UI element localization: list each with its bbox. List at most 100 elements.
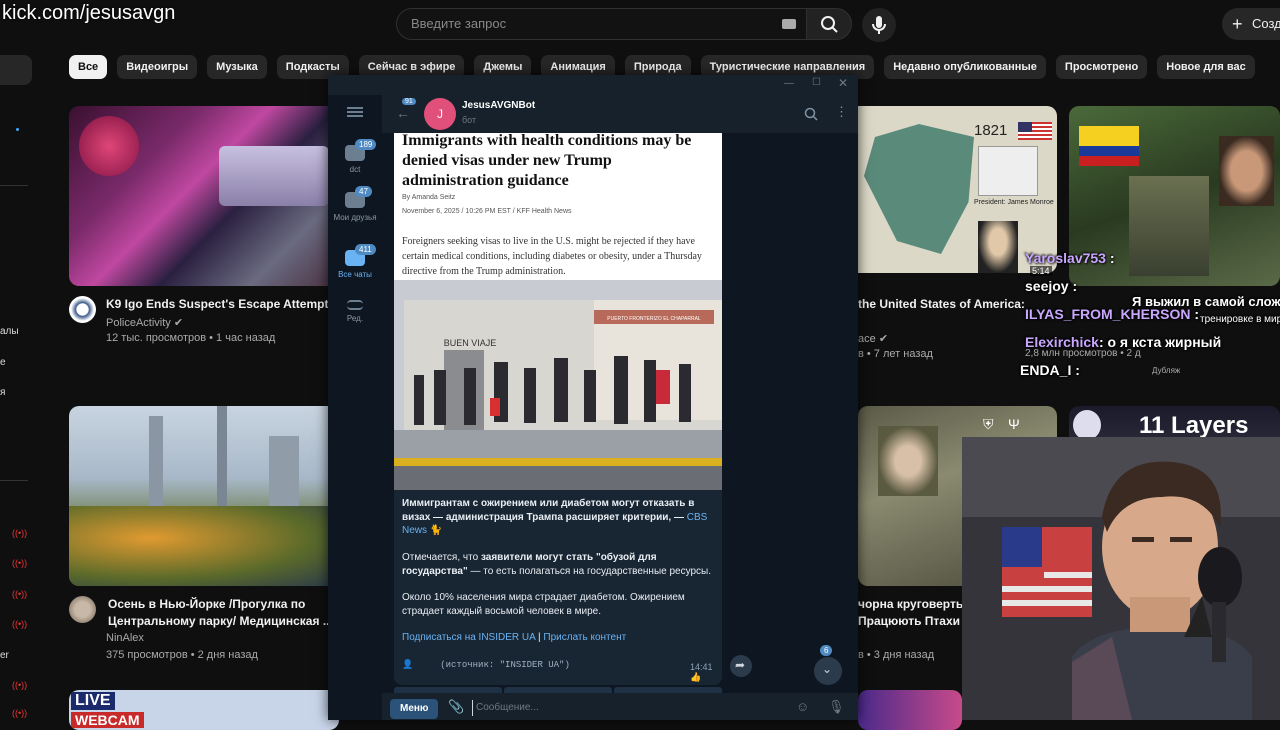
skyscraper xyxy=(217,406,227,516)
channel-name[interactable]: NinAlex xyxy=(106,632,144,644)
sidebar-item-label[interactable]: я xyxy=(0,387,5,398)
video-title-line: Осень в Нью-Йорке /Прогулка по xyxy=(108,597,306,611)
chip-music[interactable]: Музыка xyxy=(207,55,267,79)
folder-friends[interactable]: 47 Мои друзья xyxy=(328,186,382,223)
map-year: 1821 xyxy=(974,122,1008,139)
live-label: LIVE xyxy=(71,692,115,710)
bot-menu-button[interactable]: Меню xyxy=(390,699,439,719)
article-photo[interactable]: PUERTO FRONTERIZO EL CHAPARRAL BUEN VIAJ… xyxy=(394,280,722,490)
chip-watched[interactable]: Просмотрено xyxy=(1055,55,1148,79)
skyscraper xyxy=(149,416,163,516)
channel-name[interactable]: PoliceActivity ✔ xyxy=(106,316,183,329)
chat-username: ILYAS_FROM_KHERSON xyxy=(1025,306,1191,322)
keyboard-icon[interactable] xyxy=(782,19,796,29)
chip-games[interactable]: Видеоигры xyxy=(117,55,198,79)
inline-button[interactable] xyxy=(504,687,612,693)
chat-text: : xyxy=(1075,362,1080,378)
video-timer: 5:14 xyxy=(1030,266,1052,276)
article-screenshot[interactable]: Immigrants with health conditions may be… xyxy=(394,133,722,280)
microphone-icon[interactable]: 🎙 xyxy=(828,699,845,715)
face xyxy=(878,426,938,496)
create-label: Создать xyxy=(1252,16,1280,31)
channel-name-text: PoliceActivity xyxy=(106,317,171,329)
sidebar-active-item[interactable] xyxy=(0,55,32,85)
video-thumbnail[interactable] xyxy=(858,690,962,730)
folders-sidebar: 189 dct 47 Мои друзья 411 Все чаты Ред. xyxy=(328,95,382,720)
buen-viaje-sign: BUEN VIAJE xyxy=(444,338,497,348)
link-separator: | xyxy=(538,632,541,643)
video-title[interactable]: the United States of America: xyxy=(858,296,1025,313)
emoji-icon[interactable]: ☺ xyxy=(796,699,809,714)
scroll-down-button[interactable]: ⌄ xyxy=(814,657,842,685)
autumn-trees xyxy=(69,506,339,586)
minimize-icon[interactable]: — xyxy=(784,78,794,89)
folder-edit[interactable]: Ред. xyxy=(328,300,382,323)
more-icon[interactable]: ⋮ xyxy=(835,104,848,120)
article-body: Foreigners seeking visas to live in the … xyxy=(402,236,702,277)
window-titlebar[interactable]: — ☐ ✕ xyxy=(328,75,858,95)
chat-title[interactable]: JesusAVGNBot xyxy=(462,100,535,111)
video-thumbnail[interactable] xyxy=(69,106,339,286)
folder-label: dct xyxy=(349,165,361,174)
channel-name[interactable]: асе ✔ xyxy=(858,332,888,345)
live-icon: ((•)) xyxy=(12,558,28,568)
video-title[interactable]: Осень в Нью-Йорке /Прогулка по Центрально… xyxy=(108,596,328,630)
inline-button[interactable] xyxy=(394,687,502,693)
channel-avatar[interactable] xyxy=(69,296,96,323)
folder-dct[interactable]: 189 dct xyxy=(328,139,382,174)
message-text: Отмечается, что xyxy=(402,552,479,563)
forward-icon: ➦ xyxy=(735,658,746,672)
colombia-flag-icon xyxy=(1079,126,1139,166)
chip-all[interactable]: Все xyxy=(69,55,108,79)
sidebar-item-label[interactable]: е xyxy=(0,357,6,368)
chat-text: : xyxy=(1194,306,1200,322)
inline-button[interactable] xyxy=(614,687,722,693)
video-thumbnail[interactable] xyxy=(69,406,339,586)
message-bubble[interactable]: Immigrants with health conditions may be… xyxy=(394,133,722,685)
hamburger-icon[interactable] xyxy=(347,107,363,117)
chat-text: : xyxy=(1109,250,1115,266)
bot-avatar[interactable]: J xyxy=(424,98,456,130)
attach-icon[interactable]: 📎 xyxy=(448,699,464,715)
reaction-emoji: 👍 xyxy=(690,672,702,682)
chevron-down-icon: ⌄ xyxy=(822,662,833,676)
folder-badge: 411 xyxy=(355,244,376,255)
article-byline: By Amanda Seitz xyxy=(402,194,456,201)
message-text: — то есть полагаться на государственные … xyxy=(470,565,712,577)
chat-message: ILYAS_FROM_KHERSON : xyxy=(1025,306,1199,322)
live-icon: ((•)) xyxy=(12,708,28,718)
video-title[interactable]: чорна круговерть. Працюють Птахи xyxy=(858,596,967,630)
maximize-icon[interactable]: ☐ xyxy=(812,77,821,88)
video-meta: в • 3 дня назад xyxy=(858,649,935,661)
shield-icon: ⛨ xyxy=(983,416,994,432)
close-icon[interactable]: ✕ xyxy=(838,76,848,90)
robot-icon xyxy=(1073,410,1101,440)
folder-badge: 47 xyxy=(355,186,372,197)
folder-label: Мои друзья xyxy=(333,213,377,222)
search-button[interactable] xyxy=(806,8,852,40)
map-shape xyxy=(864,124,974,254)
video-title[interactable]: K9 Igo Ends Suspect's Escape Attempt In xyxy=(106,296,328,313)
subscribe-link[interactable]: Подписаться на INSIDER UA xyxy=(402,632,535,643)
send-content-link[interactable]: Прислать контент xyxy=(543,632,626,643)
create-button[interactable]: + Создать xyxy=(1222,8,1280,40)
time-text: 14:41 xyxy=(690,662,713,672)
forward-button[interactable]: ➦ xyxy=(730,655,752,677)
search-input[interactable]: Введите запрос xyxy=(396,8,811,40)
folder-all-chats[interactable]: 411 Все чаты xyxy=(328,244,382,279)
trident-icon: Ψ xyxy=(1008,416,1020,432)
sidebar-item-label[interactable]: алы xyxy=(0,326,19,337)
back-arrow-icon[interactable]: ← xyxy=(396,105,410,121)
channel-avatar[interactable] xyxy=(69,596,96,623)
unread-badge: 91 xyxy=(402,98,416,105)
search-icon[interactable] xyxy=(804,107,818,121)
voice-search-button[interactable] xyxy=(862,8,896,42)
chat-header: ← 91 J JesusAVGNBot бот ⋮ xyxy=(382,95,858,133)
sidebar-item-label[interactable]: er xyxy=(0,650,9,661)
chip-new[interactable]: Новое для вас xyxy=(1157,55,1255,79)
webcam-feed xyxy=(962,437,1280,720)
chip-recent[interactable]: Недавно опубликованные xyxy=(884,55,1046,79)
chat-username: seejoy xyxy=(1025,278,1069,294)
message-input[interactable]: Сообщение... xyxy=(472,700,772,716)
video-thumbnail[interactable]: LIVE WEBCAM xyxy=(69,690,339,730)
